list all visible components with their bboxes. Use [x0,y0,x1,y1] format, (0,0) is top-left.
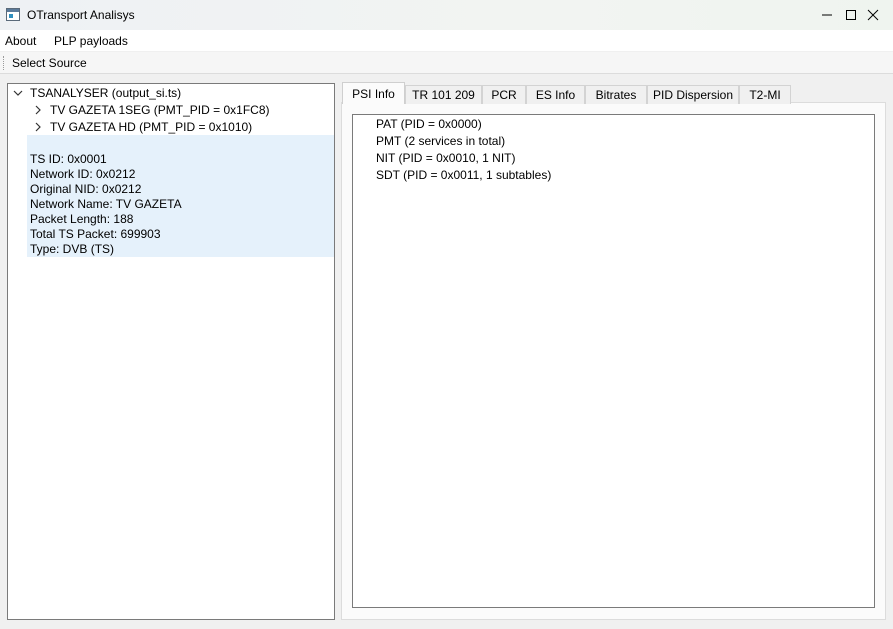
ts-id: TS ID: 0x0001 [30,152,107,166]
chevron-down-icon[interactable] [12,87,24,99]
psi-item-pmt[interactable]: PMT (2 services in total) [376,134,505,148]
chevron-right-icon[interactable] [32,104,44,116]
tab-es-info[interactable]: ES Info [526,85,585,104]
tab-bitrates[interactable]: Bitrates [585,85,647,104]
network-name: Network Name: TV GAZETA [30,197,182,211]
psi-item-sdt[interactable]: SDT (PID = 0x0011, 1 subtables) [376,168,551,182]
tab-pid-dispersion[interactable]: PID Dispersion [647,85,739,104]
tree-item-label: TV GAZETA HD (PMT_PID = 0x1010) [50,120,253,134]
tree-root-label: TSANALYSER (output_si.ts) [30,86,182,100]
network-id: Network ID: 0x0212 [30,167,136,181]
menu-plp-payloads[interactable]: PLP payloads [54,34,128,48]
packet-length: Packet Length: 188 [30,212,134,226]
title-bar: OTransport Analisys [0,0,893,30]
original-nid: Original NID: 0x0212 [30,182,142,196]
psi-info-list[interactable]: PAT (PID = 0x0000) PMT (2 services in to… [352,114,875,608]
menu-bar: About PLP payloads [0,30,893,51]
tab-pcr[interactable]: PCR [482,85,526,104]
ts-info-block[interactable]: TS ID: 0x0001 Network ID: 0x0212 Origina… [27,135,334,257]
menu-about[interactable]: About [5,34,36,48]
close-button[interactable] [850,0,893,30]
tree-view[interactable]: TSANALYSER (output_si.ts) TV GAZETA 1SEG… [7,83,335,620]
total-ts-packet: Total TS Packet: 699903 [30,227,161,241]
chevron-right-icon[interactable] [32,121,44,133]
psi-item-pat[interactable]: PAT (PID = 0x0000) [376,117,482,131]
toolbar-grip[interactable] [3,56,5,70]
tree-item-label: TV GAZETA 1SEG (PMT_PID = 0x1FC8) [50,103,270,117]
tab-psi-info[interactable]: PSI Info [342,82,405,104]
close-icon [867,9,879,21]
psi-item-nit[interactable]: NIT (PID = 0x0010, 1 NIT) [376,151,516,165]
stream-type: Type: DVB (TS) [30,242,115,256]
tab-t2-mi[interactable]: T2-MI [739,85,791,104]
window-title: OTransport Analisys [27,8,135,22]
toolbar: Select Source [0,52,893,74]
app-icon [6,8,20,21]
select-source-button[interactable]: Select Source [12,56,87,70]
tab-tr-101-209[interactable]: TR 101 209 [405,85,482,104]
